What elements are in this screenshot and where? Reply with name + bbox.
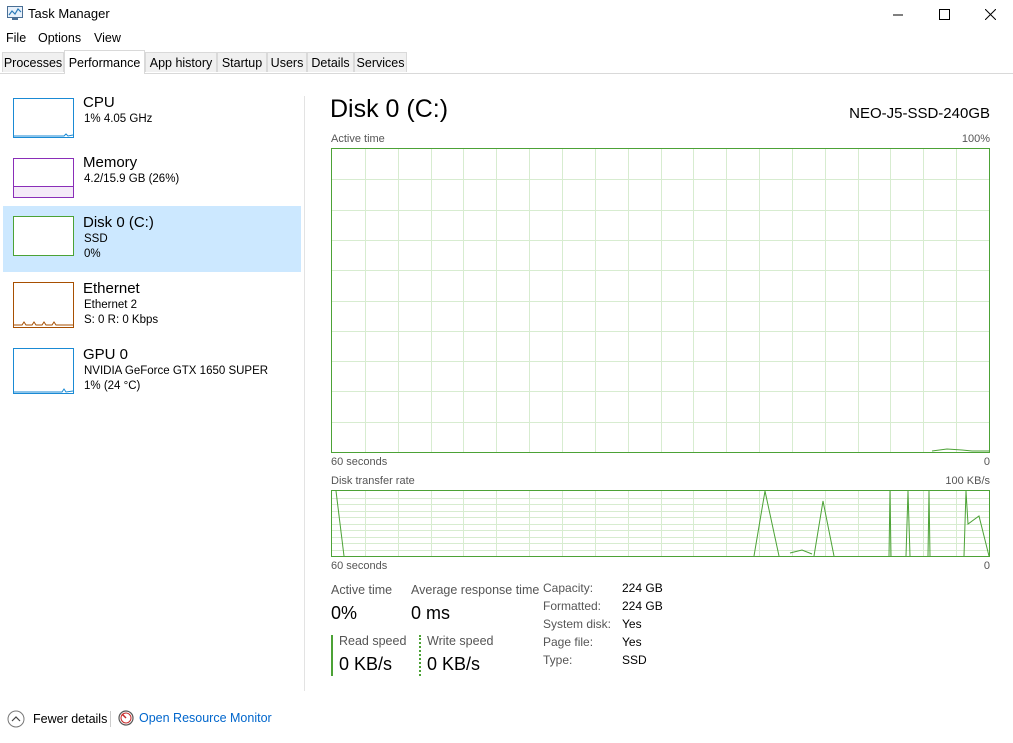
tab-details[interactable]: Details bbox=[307, 52, 354, 72]
disk-properties: Capacity: 224 GB Formatted: 224 GB System … bbox=[543, 581, 663, 671]
property-row: Capacity: 224 GB bbox=[543, 581, 663, 599]
sidebar-item-title: Ethernet bbox=[83, 280, 140, 297]
read-speed-legend-bar bbox=[331, 635, 333, 676]
footer: Fewer details Open Resource Monitor bbox=[0, 705, 1013, 735]
open-resource-monitor-link[interactable]: Open Resource Monitor bbox=[118, 710, 272, 726]
tab-processes[interactable]: Processes bbox=[2, 52, 64, 72]
close-button[interactable] bbox=[967, 0, 1013, 28]
property-key: Type: bbox=[543, 653, 573, 667]
write-speed-value: 0 KB/s bbox=[427, 654, 481, 674]
property-row: Page file: Yes bbox=[543, 635, 663, 653]
read-speed-value: 0 KB/s bbox=[339, 654, 393, 674]
sidebar-item-usage: 0% bbox=[84, 248, 101, 260]
property-key: Page file: bbox=[543, 635, 594, 649]
page-title: Disk 0 (C:) bbox=[330, 95, 449, 123]
sidebar-item-usage: 1% (24 °C) bbox=[84, 380, 141, 392]
sidebar-item-title: Memory bbox=[83, 154, 138, 171]
gpu-thumbnail-graph bbox=[13, 348, 74, 394]
menu-view[interactable]: View bbox=[94, 31, 121, 45]
sidebar-item-cpu[interactable]: CPU 1% 4.05 GHz bbox=[3, 90, 301, 156]
minimize-icon bbox=[892, 14, 903, 15]
sidebar-item-gpu-model: NVIDIA GeForce GTX 1650 SUPER bbox=[84, 365, 269, 377]
graph-time-span: 60 seconds bbox=[331, 560, 388, 572]
disk-thumbnail-graph bbox=[13, 216, 74, 256]
sidebar-item-title: Disk 0 (C:) bbox=[83, 214, 154, 231]
panel-divider bbox=[304, 96, 305, 691]
graph-min: 0 bbox=[983, 560, 990, 572]
maximize-icon bbox=[938, 8, 950, 20]
sidebar-item-gpu[interactable]: GPU 0 NVIDIA GeForce GTX 1650 SUPER 1% (… bbox=[3, 342, 301, 408]
tab-users[interactable]: Users bbox=[267, 52, 307, 72]
sidebar-item-detail: 1% 4.05 GHz bbox=[84, 113, 153, 125]
close-icon bbox=[984, 8, 996, 20]
response-time-stat-label: Average response time bbox=[411, 583, 540, 597]
property-value: Yes bbox=[622, 635, 642, 649]
property-value: Yes bbox=[622, 617, 642, 631]
tab-bar: Processes Performance App history Startu… bbox=[0, 50, 1013, 74]
tab-services[interactable]: Services bbox=[354, 52, 407, 72]
cpu-thumbnail-graph bbox=[13, 98, 74, 138]
chevron-up-icon bbox=[7, 710, 25, 728]
resource-monitor-icon bbox=[118, 710, 134, 726]
window-title: Task Manager bbox=[28, 6, 110, 21]
property-value: 224 GB bbox=[622, 599, 663, 613]
write-speed-legend-bar bbox=[419, 635, 421, 676]
property-key: Formatted: bbox=[543, 599, 602, 613]
property-row: Type: SSD bbox=[543, 653, 663, 671]
maximize-button[interactable] bbox=[921, 0, 967, 28]
property-value: SSD bbox=[622, 653, 647, 667]
minimize-button[interactable] bbox=[875, 0, 921, 28]
sidebar-item-adapter: Ethernet 2 bbox=[84, 299, 138, 311]
active-time-stat-label: Active time bbox=[331, 583, 393, 597]
property-row: System disk: Yes bbox=[543, 617, 663, 635]
active-time-stat-value: 0% bbox=[331, 603, 358, 623]
property-row: Formatted: 224 GB bbox=[543, 599, 663, 617]
active-time-graph-label: Active time bbox=[331, 133, 385, 145]
active-time-graph-max: 100% bbox=[961, 133, 990, 145]
property-value: 224 GB bbox=[622, 581, 663, 595]
graph-min: 0 bbox=[983, 456, 990, 468]
tab-app-history[interactable]: App history bbox=[145, 52, 217, 72]
graph-time-span: 60 seconds bbox=[331, 456, 388, 468]
sidebar-item-detail: 4.2/15.9 GB (26%) bbox=[84, 173, 180, 185]
fewer-details-button[interactable]: Fewer details bbox=[7, 710, 107, 728]
write-speed-label: Write speed bbox=[427, 634, 494, 648]
disk-model: NEO-J5-SSD-240GB bbox=[849, 105, 990, 122]
transfer-rate-graph-label: Disk transfer rate bbox=[331, 475, 415, 487]
ethernet-thumbnail-graph bbox=[13, 282, 74, 328]
sidebar-item-throughput: S: 0 R: 0 Kbps bbox=[84, 314, 159, 326]
active-time-graph bbox=[331, 148, 990, 453]
response-time-stat-value: 0 ms bbox=[411, 603, 451, 623]
menu-options[interactable]: Options bbox=[38, 31, 81, 45]
read-speed-label: Read speed bbox=[339, 634, 407, 648]
fewer-details-label: Fewer details bbox=[33, 712, 108, 726]
property-key: System disk: bbox=[543, 617, 612, 631]
sidebar-item-title: GPU 0 bbox=[83, 346, 129, 363]
sidebar-item-disk[interactable]: Disk 0 (C:) SSD 0% bbox=[3, 206, 301, 272]
memory-thumbnail-graph bbox=[13, 158, 74, 198]
menu-bar: File Options View bbox=[0, 28, 1013, 48]
sidebar-item-type: SSD bbox=[84, 233, 108, 245]
tab-startup[interactable]: Startup bbox=[217, 52, 267, 72]
transfer-rate-graph-max: 100 KB/s bbox=[945, 475, 990, 487]
sidebar-item-title: CPU bbox=[83, 94, 115, 111]
transfer-rate-graph bbox=[331, 490, 990, 557]
menu-file[interactable]: File bbox=[6, 31, 26, 45]
property-key: Capacity: bbox=[543, 581, 594, 595]
task-manager-icon bbox=[7, 6, 23, 20]
tab-performance[interactable]: Performance bbox=[64, 50, 145, 74]
title-bar: Task Manager bbox=[0, 0, 1013, 28]
open-resource-monitor-label: Open Resource Monitor bbox=[139, 711, 272, 725]
footer-separator bbox=[110, 711, 111, 727]
sidebar-item-ethernet[interactable]: Ethernet Ethernet 2 S: 0 R: 0 Kbps bbox=[3, 276, 301, 342]
